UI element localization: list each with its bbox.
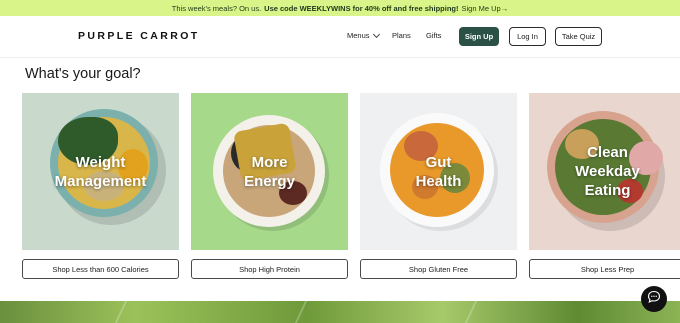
promo-signup-link[interactable]: Sign Me Up→ xyxy=(462,4,509,13)
card-image[interactable]: More Energy xyxy=(191,93,348,250)
shop-gluten-free-button[interactable]: Shop Gluten Free xyxy=(360,259,517,279)
shop-high-protein-button[interactable]: Shop High Protein xyxy=(191,259,348,279)
promo-banner: This week's meals? On us. Use code WEEKL… xyxy=(0,0,680,16)
take-quiz-button[interactable]: Take Quiz xyxy=(555,27,602,46)
card-title: Clean Weekday Eating xyxy=(575,144,640,199)
login-button[interactable]: Log In xyxy=(509,27,546,46)
card-title: More Energy xyxy=(244,153,295,190)
logo[interactable]: PURPLE CARROT xyxy=(78,30,200,42)
chat-bubble-icon xyxy=(647,290,661,309)
site-header: PURPLE CARROT Menus Plans Gifts Sign Up … xyxy=(0,16,680,58)
goal-heading: What's your goal? xyxy=(25,66,141,82)
card-image[interactable]: Gut Health xyxy=(360,93,517,250)
chat-button[interactable] xyxy=(641,286,667,312)
card-image[interactable]: Clean Weekday Eating xyxy=(529,93,680,250)
card-title: Weight Management xyxy=(54,153,147,190)
shop-less-prep-button[interactable]: Shop Less Prep xyxy=(529,259,680,279)
card-image[interactable]: Weight Management xyxy=(22,93,179,250)
nav-menus-label: Menus xyxy=(347,31,370,40)
nav-plans[interactable]: Plans xyxy=(392,31,411,40)
promo-lead: This week's meals? On us. xyxy=(171,3,262,13)
nav-menus[interactable]: Menus xyxy=(347,30,380,40)
signup-button[interactable]: Sign Up xyxy=(459,27,499,46)
card-title: Gut Health xyxy=(415,153,462,190)
chevron-down-icon xyxy=(372,30,380,38)
leaf-banner-image xyxy=(0,301,680,323)
nav-gifts[interactable]: Gifts xyxy=(426,31,441,40)
shop-less-than-600-calories-button[interactable]: Shop Less than 600 Calories xyxy=(22,259,179,279)
promo-offer: Use code WEEKLYWINS for 40% off and free… xyxy=(264,3,459,13)
